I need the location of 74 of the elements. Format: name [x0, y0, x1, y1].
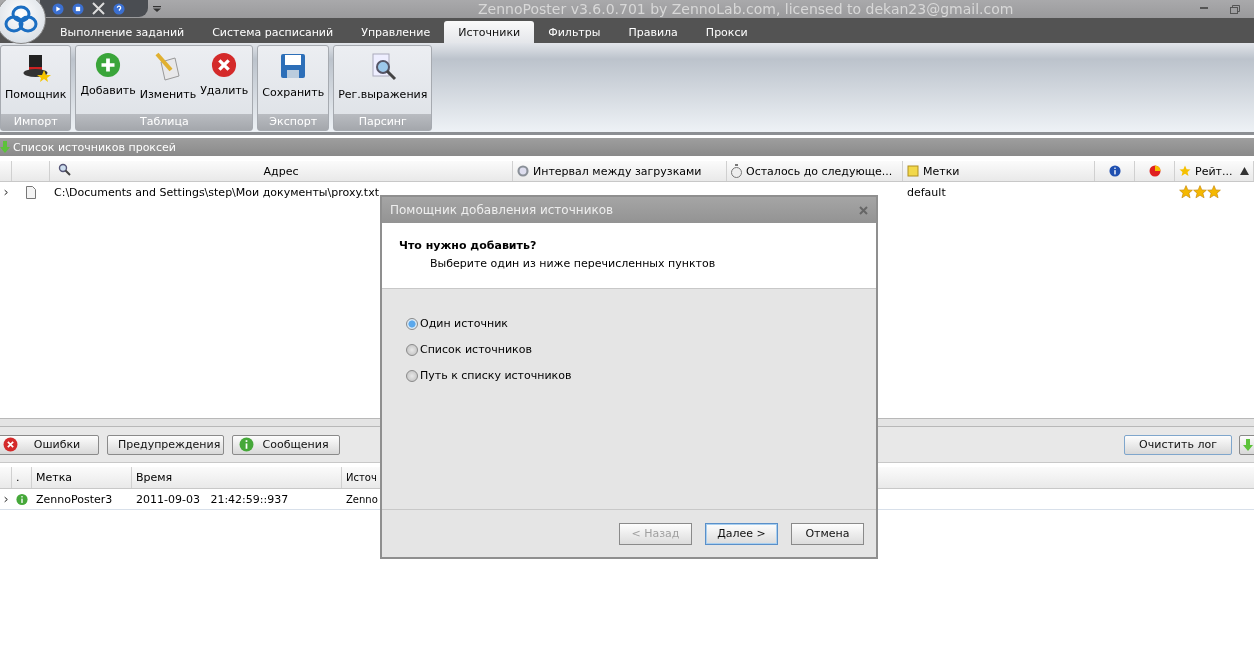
info-icon: [16, 491, 28, 507]
play-icon: [52, 2, 64, 15]
window-title: ZennoPoster v3.6.0.701 by ZennoLab.com, licensed to dekan23@gmail.com: [478, 0, 1014, 18]
radio-option[interactable]: Список источников: [406, 343, 532, 356]
star-icon: [1179, 165, 1191, 177]
clear-log-button[interactable]: Очистить лог: [1124, 434, 1232, 455]
download-button[interactable]: [1239, 434, 1254, 455]
radio-option[interactable]: Путь к списку источников: [406, 369, 572, 382]
ribbon-button[interactable]: Удалить: [198, 46, 251, 114]
ribbon-tab[interactable]: Прокси: [691, 21, 762, 43]
column-header[interactable]: Адрес: [50, 161, 513, 181]
ribbon-button[interactable]: Помощник: [3, 46, 69, 114]
radio-option[interactable]: Один источник: [406, 317, 508, 330]
dialog-heading: Что нужно добавить?: [399, 239, 538, 252]
note-icon: [907, 165, 919, 177]
column-header[interactable]: Метки: [903, 161, 1095, 181]
info-icon: [1108, 165, 1121, 177]
ribbon-button[interactable]: Сохранить: [260, 46, 327, 114]
info-icon: [239, 437, 254, 452]
ribbon-tab[interactable]: Выполнение заданий: [46, 21, 199, 43]
ribbon-button[interactable]: Добавить: [78, 46, 138, 114]
dialog-subheading: Выберите один из ниже перечисленных пунктов: [429, 257, 717, 270]
dialog-button[interactable]: Отмена: [791, 522, 864, 545]
table-cell-text: default: [906, 185, 947, 199]
column-header[interactable]: Интервал между загрузками: [513, 161, 727, 181]
pie-chart-icon: [1148, 165, 1161, 177]
filter-button[interactable]: Предупреждения: [107, 434, 224, 455]
dropdown-icon[interactable]: [153, 6, 161, 12]
star-icon: [1179, 185, 1193, 199]
table-cell-text: Zenno: [345, 493, 379, 505]
clock-icon: [517, 165, 529, 177]
table-cell-text: 2011-09-03 21:42:59::937: [135, 492, 290, 506]
ribbon-tab[interactable]: Система расписаний: [198, 21, 348, 43]
ribbon-button[interactable]: Рег.выражения: [336, 46, 430, 114]
minimize-icon[interactable]: [1200, 7, 1208, 11]
help-icon: [113, 2, 125, 15]
column-header[interactable]: Рейт...: [1175, 161, 1254, 181]
ribbon-tab[interactable]: Правила: [614, 21, 692, 43]
column-header[interactable]: .: [12, 467, 32, 488]
search-icon: [58, 163, 71, 176]
delete-icon: [211, 52, 238, 78]
ribbon-tab[interactable]: Управление: [347, 21, 445, 43]
sort-arrow-icon[interactable]: [1240, 167, 1249, 175]
row-pointer-icon: [4, 494, 8, 504]
app-logo[interactable]: [0, 0, 46, 44]
add-icon: [95, 52, 122, 78]
tools-icon[interactable]: [92, 2, 105, 15]
group-label: Импорт: [1, 114, 71, 130]
column-header[interactable]: Осталось до следующе...: [727, 161, 903, 181]
group-label: Парсинг: [334, 114, 432, 130]
dialog-button[interactable]: Далее >: [705, 522, 778, 545]
ribbon-button[interactable]: Изменить: [137, 46, 199, 114]
restore-icon[interactable]: [1230, 4, 1240, 14]
column-header[interactable]: Метка: [32, 467, 132, 488]
stop-icon: [72, 2, 84, 15]
column-header[interactable]: Время: [132, 467, 342, 488]
star-icon: [1207, 185, 1221, 199]
table-cell-text: C:\Documents and Settings\step\Мои документы\proxy.txt: [53, 185, 380, 199]
group-label: Таблица: [76, 114, 253, 130]
section-title: Список источников проксей: [13, 140, 176, 154]
stopwatch-icon: [731, 164, 742, 178]
error-icon: [3, 437, 18, 452]
filter-button[interactable]: Ошибки: [0, 434, 99, 455]
ribbon-tab[interactable]: Источники: [444, 21, 535, 43]
ribbon-tab[interactable]: Фильтры: [534, 21, 615, 43]
group-label: Экспорт: [258, 114, 329, 130]
dialog-title: Помощник добавления источников: [390, 203, 614, 217]
filter-button[interactable]: Сообщения: [232, 434, 340, 455]
file-icon: [26, 185, 36, 199]
arrow-down-icon: [0, 141, 10, 153]
star-icon: [1193, 185, 1207, 199]
table-cell-text: ZennoPoster3: [35, 492, 114, 506]
arrow-down-icon: [1243, 438, 1253, 451]
row-pointer-icon: [4, 187, 8, 197]
